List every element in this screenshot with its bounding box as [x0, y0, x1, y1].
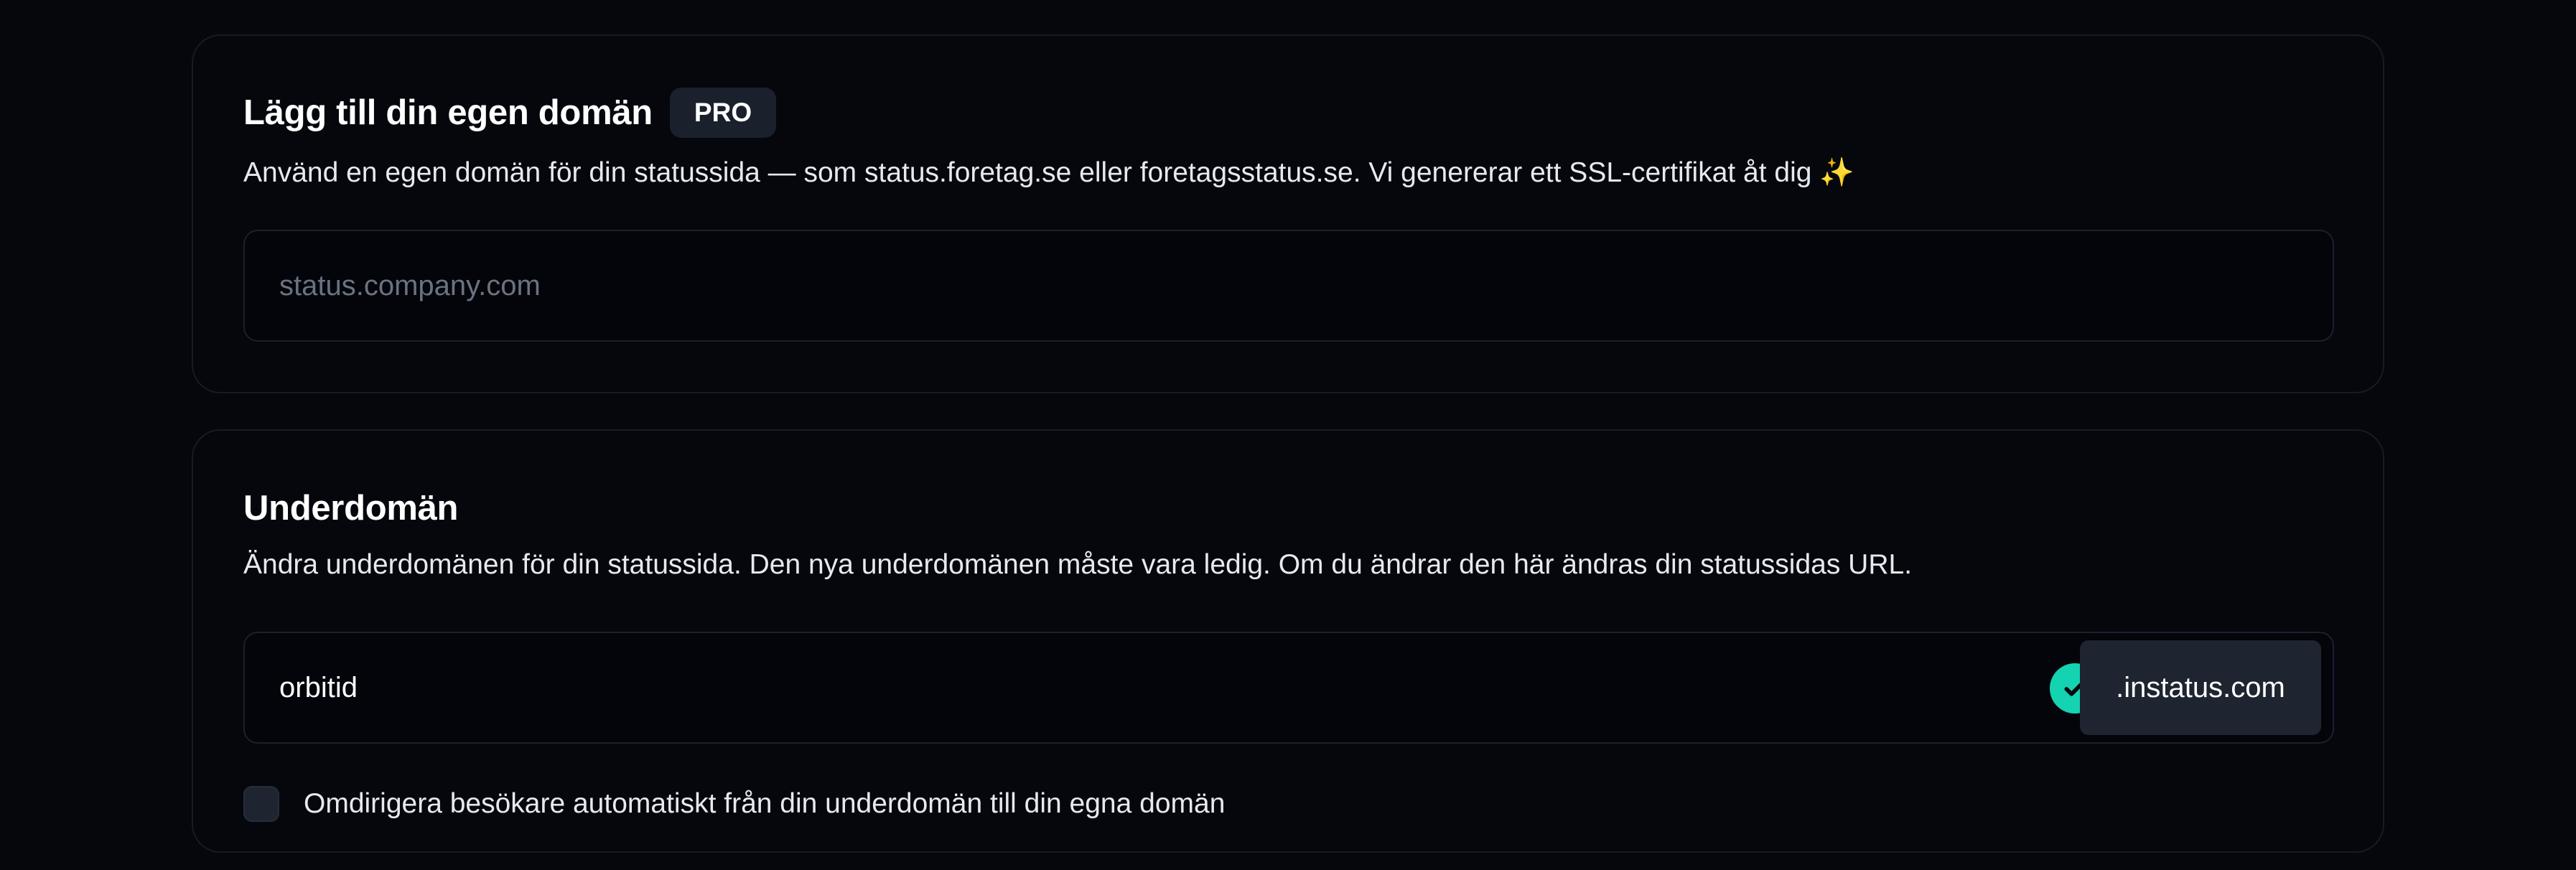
pro-badge: PRO: [669, 88, 777, 138]
subdomain-description: Ändra underdomänen för din statussida. D…: [243, 549, 1913, 580]
redirect-checkbox[interactable]: [243, 786, 279, 822]
custom-domain-description: Använd en egen domän för din statussida …: [243, 156, 1854, 189]
subdomain-title-row: Underdomän: [243, 488, 458, 528]
custom-domain-field[interactable]: [243, 230, 2334, 342]
redirect-option[interactable]: Omdirigera besökare automatiskt från din…: [243, 786, 1225, 822]
custom-domain-description-text: Använd en egen domän för din statussida …: [243, 157, 1812, 188]
subdomain-suffix: .instatus.com: [2080, 640, 2321, 735]
custom-domain-card: Lägg till din egen domän PRO Använd en e…: [192, 34, 2384, 393]
subdomain-field[interactable]: .instatus.com: [243, 632, 2334, 744]
custom-domain-title: Lägg till din egen domän: [243, 93, 653, 132]
custom-domain-input[interactable]: [279, 231, 2074, 340]
sparkle-icon: ✨: [1819, 157, 1854, 188]
subdomain-title: Underdomän: [243, 489, 459, 528]
subdomain-input[interactable]: [279, 633, 2074, 742]
redirect-checkbox-label[interactable]: Omdirigera besökare automatiskt från din…: [304, 788, 1225, 820]
subdomain-card: Underdomän Ändra underdomänen för din st…: [192, 429, 2384, 853]
custom-domain-title-row: Lägg till din egen domän PRO: [243, 88, 777, 138]
